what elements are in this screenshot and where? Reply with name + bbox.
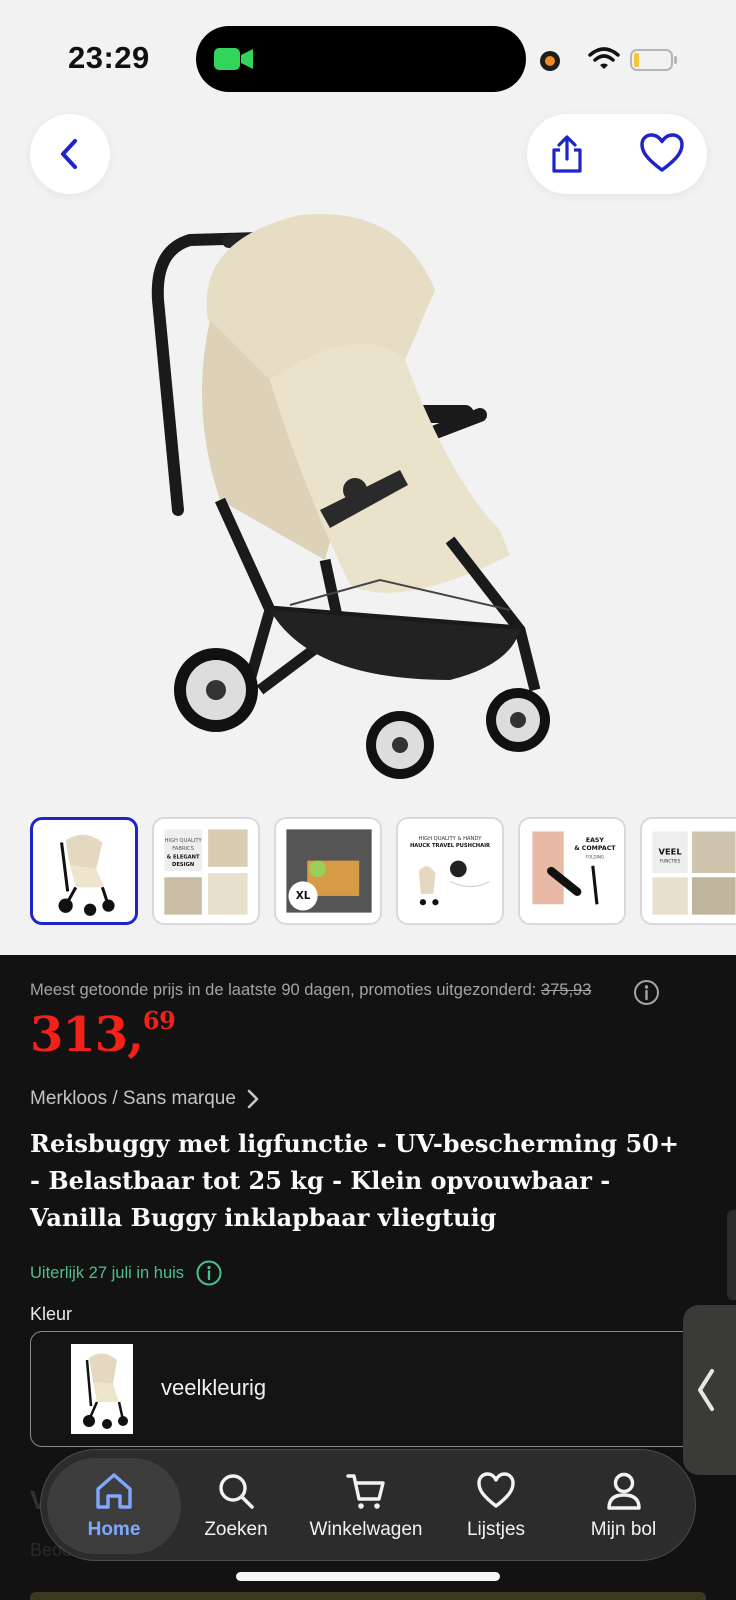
- home-indicator: [236, 1572, 500, 1581]
- user-icon: [606, 1472, 641, 1510]
- tab-search-label: Zoeken: [204, 1519, 268, 1540]
- chevron-left-icon: [698, 1369, 714, 1411]
- gallery-thumbnails: HIGH QUALITY FABRICS & ELEGANT DESIGN XL…: [30, 817, 736, 927]
- thumbnail-pushchair-image: HIGH QUALITY & HANDY HAUCK TRAVEL PUSHCH…: [410, 836, 490, 906]
- home-icon: [96, 1473, 132, 1509]
- svg-text:EASY: EASY: [586, 837, 605, 844]
- tab-account-label: Mijn bol: [590, 1519, 657, 1540]
- current-price: 313,69: [30, 1006, 176, 1063]
- camera-indicator-icon: [540, 51, 560, 71]
- svg-text:VEEL: VEEL: [659, 846, 683, 856]
- product-hero: 23:29: [0, 0, 736, 955]
- video-camera-icon: [214, 48, 253, 70]
- thumbnail-fabrics-image: HIGH QUALITY FABRICS & ELEGANT DESIGN: [164, 829, 248, 915]
- search-icon: [219, 1474, 254, 1509]
- action-buttons: [527, 114, 707, 194]
- svg-text:FABRICS: FABRICS: [172, 846, 194, 852]
- battery-icon: [630, 49, 677, 71]
- color-value: veelkleurig: [161, 1375, 267, 1400]
- svg-text:DESIGN: DESIGN: [172, 862, 194, 868]
- chevron-left-icon: [61, 139, 77, 169]
- svg-text:& ELEGANT: & ELEGANT: [167, 855, 200, 861]
- product-title: Reisbuggy met ligfunctie - UV-beschermin…: [30, 1129, 679, 1232]
- product-image-stroller[interactable]: [150, 210, 590, 800]
- dynamic-island: [196, 26, 526, 92]
- color-selector[interactable]: veelkleurig: [30, 1331, 730, 1447]
- info-icon[interactable]: [196, 1260, 222, 1286]
- svg-text:XL: XL: [296, 890, 311, 902]
- tab-account[interactable]: Mijn bol: [556, 1450, 691, 1562]
- tab-home[interactable]: Home: [47, 1450, 181, 1562]
- svg-text:FOLDING: FOLDING: [586, 855, 605, 860]
- bottom-tab-bar: Home Zoeken Winkelwagen Lijstjes Mijn bo…: [40, 1449, 696, 1561]
- status-time: 23:29: [68, 40, 150, 75]
- bottom-button-edge: [30, 1592, 706, 1600]
- lowest-price-note: Meest getoonde prijs in de laatste 90 da…: [30, 981, 591, 1000]
- svg-text:HAUCK TRAVEL PUSHCHAIR: HAUCK TRAVEL PUSHCHAIR: [410, 843, 490, 849]
- price-cents: 69: [142, 1006, 176, 1035]
- price-main: 313,: [30, 1007, 144, 1063]
- color-label: Kleur: [30, 1304, 73, 1324]
- color-stroller-image: [83, 1353, 128, 1429]
- back-button[interactable]: [30, 114, 110, 194]
- thumbnail-stroller-image: [58, 834, 115, 916]
- brand-name: Merkloos / Sans marque: [30, 1088, 236, 1109]
- favorite-heart-icon[interactable]: [639, 132, 685, 174]
- delivery-info: Uiterlijk 27 juli in huis: [30, 1260, 222, 1286]
- thumbnail-caption: HIGH QUALITY: [165, 838, 203, 844]
- tab-cart-label: Winkelwagen: [309, 1519, 423, 1540]
- delivery-text: Uiterlijk 27 juli in huis: [30, 1263, 185, 1282]
- gallery-thumbnail[interactable]: VEEL FUNCTIES: [640, 817, 736, 925]
- gallery-thumbnail[interactable]: HIGH QUALITY FABRICS & ELEGANT DESIGN: [152, 817, 260, 925]
- svg-text:FUNCTIES: FUNCTIES: [660, 859, 681, 864]
- status-bar: 23:29: [0, 0, 736, 110]
- cart-icon: [346, 1474, 385, 1509]
- thumbnail-features-image: VEEL FUNCTIES: [652, 831, 736, 915]
- color-thumbnail: [71, 1344, 133, 1434]
- thumbnail-basket-image: XL: [286, 829, 372, 913]
- tab-lists[interactable]: Lijstjes: [441, 1450, 551, 1562]
- chevron-right-icon: [247, 1089, 259, 1109]
- svg-text:& COMPACT: & COMPACT: [574, 845, 616, 852]
- tab-lists-label: Lijstjes: [466, 1519, 526, 1540]
- gallery-thumbnail[interactable]: [30, 817, 138, 925]
- heart-icon: [477, 1472, 515, 1508]
- svg-text:HIGH QUALITY & HANDY: HIGH QUALITY & HANDY: [419, 836, 483, 842]
- gallery-thumbnail[interactable]: HIGH QUALITY & HANDY HAUCK TRAVEL PUSHCH…: [396, 817, 504, 925]
- tab-home-label: Home: [87, 1519, 141, 1540]
- tab-search[interactable]: Zoeken: [181, 1450, 291, 1562]
- tab-cart[interactable]: Winkelwagen: [296, 1450, 436, 1562]
- wifi-icon: [588, 47, 620, 69]
- price-note-text: Meest getoonde prijs in de laatste 90 da…: [30, 981, 537, 999]
- old-price: 375,93: [540, 981, 592, 999]
- info-icon[interactable]: [633, 979, 660, 1006]
- share-icon[interactable]: [547, 134, 587, 174]
- gallery-thumbnail[interactable]: XL: [274, 817, 382, 925]
- gallery-thumbnail[interactable]: EASY & COMPACT FOLDING: [518, 817, 626, 925]
- brand-link[interactable]: Merkloos / Sans marque: [30, 1088, 260, 1110]
- thumbnail-folding-image: EASY & COMPACT FOLDING: [532, 831, 616, 905]
- side-panel-edge: [727, 1210, 736, 1300]
